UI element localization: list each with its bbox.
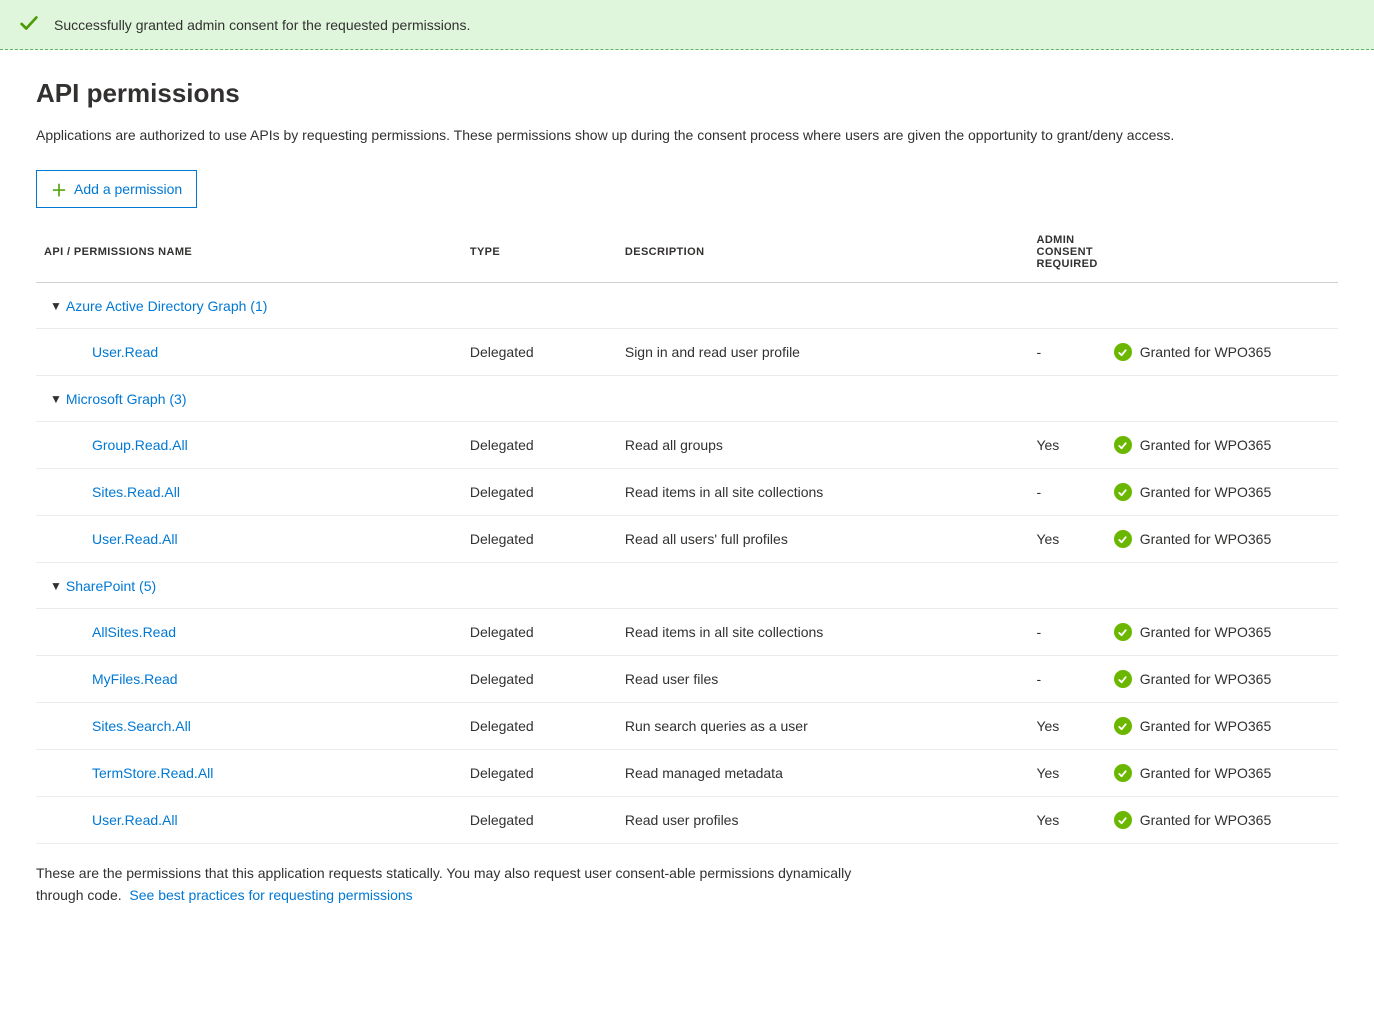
permission-row: User.Read DelegatedSign in and read user … [36, 329, 1338, 376]
permission-type: Delegated [462, 609, 617, 656]
best-practices-link[interactable]: See best practices for requesting permis… [129, 887, 412, 903]
permission-type: Delegated [462, 750, 617, 797]
granted-check-icon [1114, 811, 1132, 829]
granted-check-icon [1114, 483, 1132, 501]
permission-row: User.Read.All DelegatedRead all users' fu… [36, 516, 1338, 563]
permission-description: Read all groups [617, 422, 1029, 469]
permission-name-link[interactable]: Sites.Read.All [44, 484, 180, 500]
permission-type: Delegated [462, 703, 617, 750]
granted-check-icon [1114, 623, 1132, 641]
caret-down-icon: ▼ [50, 392, 62, 406]
header-type: TYPE [462, 222, 617, 283]
permission-name-link[interactable]: User.Read.All [44, 531, 178, 547]
permission-row: Sites.Read.All DelegatedRead items in all… [36, 469, 1338, 516]
permission-admin-required: Yes [1028, 516, 1105, 563]
permission-row: AllSites.Read DelegatedRead items in all … [36, 609, 1338, 656]
permission-description: Read all users' full profiles [617, 516, 1029, 563]
api-group-name: Microsoft Graph (3) [66, 391, 187, 407]
permission-admin-required: - [1028, 329, 1105, 376]
footer-note: These are the permissions that this appl… [36, 862, 856, 907]
header-description: DESCRIPTION [617, 222, 1029, 283]
permission-name-link[interactable]: User.Read.All [44, 812, 178, 828]
permission-admin-required: Yes [1028, 750, 1105, 797]
header-name: API / PERMISSIONS NAME [36, 222, 462, 283]
add-permission-label: Add a permission [74, 181, 182, 197]
permission-name-link[interactable]: Group.Read.All [44, 437, 188, 453]
permission-type: Delegated [462, 469, 617, 516]
permission-admin-required: Yes [1028, 422, 1105, 469]
plus-icon: ＋ [51, 177, 67, 201]
permission-description: Read items in all site collections [617, 609, 1029, 656]
permissions-table: API / PERMISSIONS NAME TYPE DESCRIPTION … [36, 222, 1338, 844]
add-permission-button[interactable]: ＋ Add a permission [36, 170, 197, 208]
permission-type: Delegated [462, 516, 617, 563]
permission-name-link[interactable]: User.Read [44, 344, 158, 360]
permission-type: Delegated [462, 422, 617, 469]
permission-type: Delegated [462, 656, 617, 703]
granted-check-icon [1114, 343, 1132, 361]
permission-row: TermStore.Read.All DelegatedRead managed … [36, 750, 1338, 797]
page-title: API permissions [36, 78, 1338, 109]
permission-row: Group.Read.All DelegatedRead all groupsYe… [36, 422, 1338, 469]
permission-description: Read user files [617, 656, 1029, 703]
permission-status: Granted for WPO365 [1140, 624, 1272, 640]
permission-admin-required: - [1028, 609, 1105, 656]
caret-down-icon: ▼ [50, 579, 62, 593]
banner-message: Successfully granted admin consent for t… [54, 17, 470, 33]
permission-admin-required: - [1028, 469, 1105, 516]
permission-status: Granted for WPO365 [1140, 531, 1272, 547]
permission-status: Granted for WPO365 [1140, 437, 1272, 453]
permission-admin-required: Yes [1028, 703, 1105, 750]
api-group-toggle[interactable]: ▼ SharePoint (5) [50, 578, 156, 594]
api-group-toggle[interactable]: ▼ Azure Active Directory Graph (1) [50, 298, 267, 314]
permission-admin-required: - [1028, 656, 1105, 703]
permission-name-link[interactable]: Sites.Search.All [44, 718, 191, 734]
granted-check-icon [1114, 717, 1132, 735]
granted-check-icon [1114, 764, 1132, 782]
permission-description: Read items in all site collections [617, 469, 1029, 516]
permission-description: Run search queries as a user [617, 703, 1029, 750]
granted-check-icon [1114, 670, 1132, 688]
permission-name-link[interactable]: TermStore.Read.All [44, 765, 213, 781]
api-group-toggle[interactable]: ▼ Microsoft Graph (3) [50, 391, 186, 407]
permission-name-link[interactable]: AllSites.Read [44, 624, 176, 640]
caret-down-icon: ▼ [50, 299, 62, 313]
permission-description: Sign in and read user profile [617, 329, 1029, 376]
permission-status: Granted for WPO365 [1140, 765, 1272, 781]
permission-status: Granted for WPO365 [1140, 671, 1272, 687]
permission-description: Read user profiles [617, 797, 1029, 844]
permission-row: Sites.Search.All DelegatedRun search quer… [36, 703, 1338, 750]
api-group-name: Azure Active Directory Graph (1) [66, 298, 268, 314]
permission-status: Granted for WPO365 [1140, 812, 1272, 828]
permission-name-link[interactable]: MyFiles.Read [44, 671, 178, 687]
success-banner: Successfully granted admin consent for t… [0, 0, 1374, 50]
granted-check-icon [1114, 436, 1132, 454]
permission-admin-required: Yes [1028, 797, 1105, 844]
header-admin: ADMIN CONSENT REQUIRED [1028, 222, 1105, 283]
checkmark-icon [18, 12, 40, 37]
permission-type: Delegated [462, 329, 617, 376]
permission-row: User.Read.All DelegatedRead user profiles… [36, 797, 1338, 844]
permission-type: Delegated [462, 797, 617, 844]
permission-status: Granted for WPO365 [1140, 718, 1272, 734]
permission-status: Granted for WPO365 [1140, 344, 1272, 360]
api-group-name: SharePoint (5) [66, 578, 156, 594]
header-status [1106, 222, 1338, 283]
permission-description: Read managed metadata [617, 750, 1029, 797]
granted-check-icon [1114, 530, 1132, 548]
permission-status: Granted for WPO365 [1140, 484, 1272, 500]
page-description: Applications are authorized to use APIs … [36, 125, 1276, 146]
permission-row: MyFiles.Read DelegatedRead user files- Gra… [36, 656, 1338, 703]
